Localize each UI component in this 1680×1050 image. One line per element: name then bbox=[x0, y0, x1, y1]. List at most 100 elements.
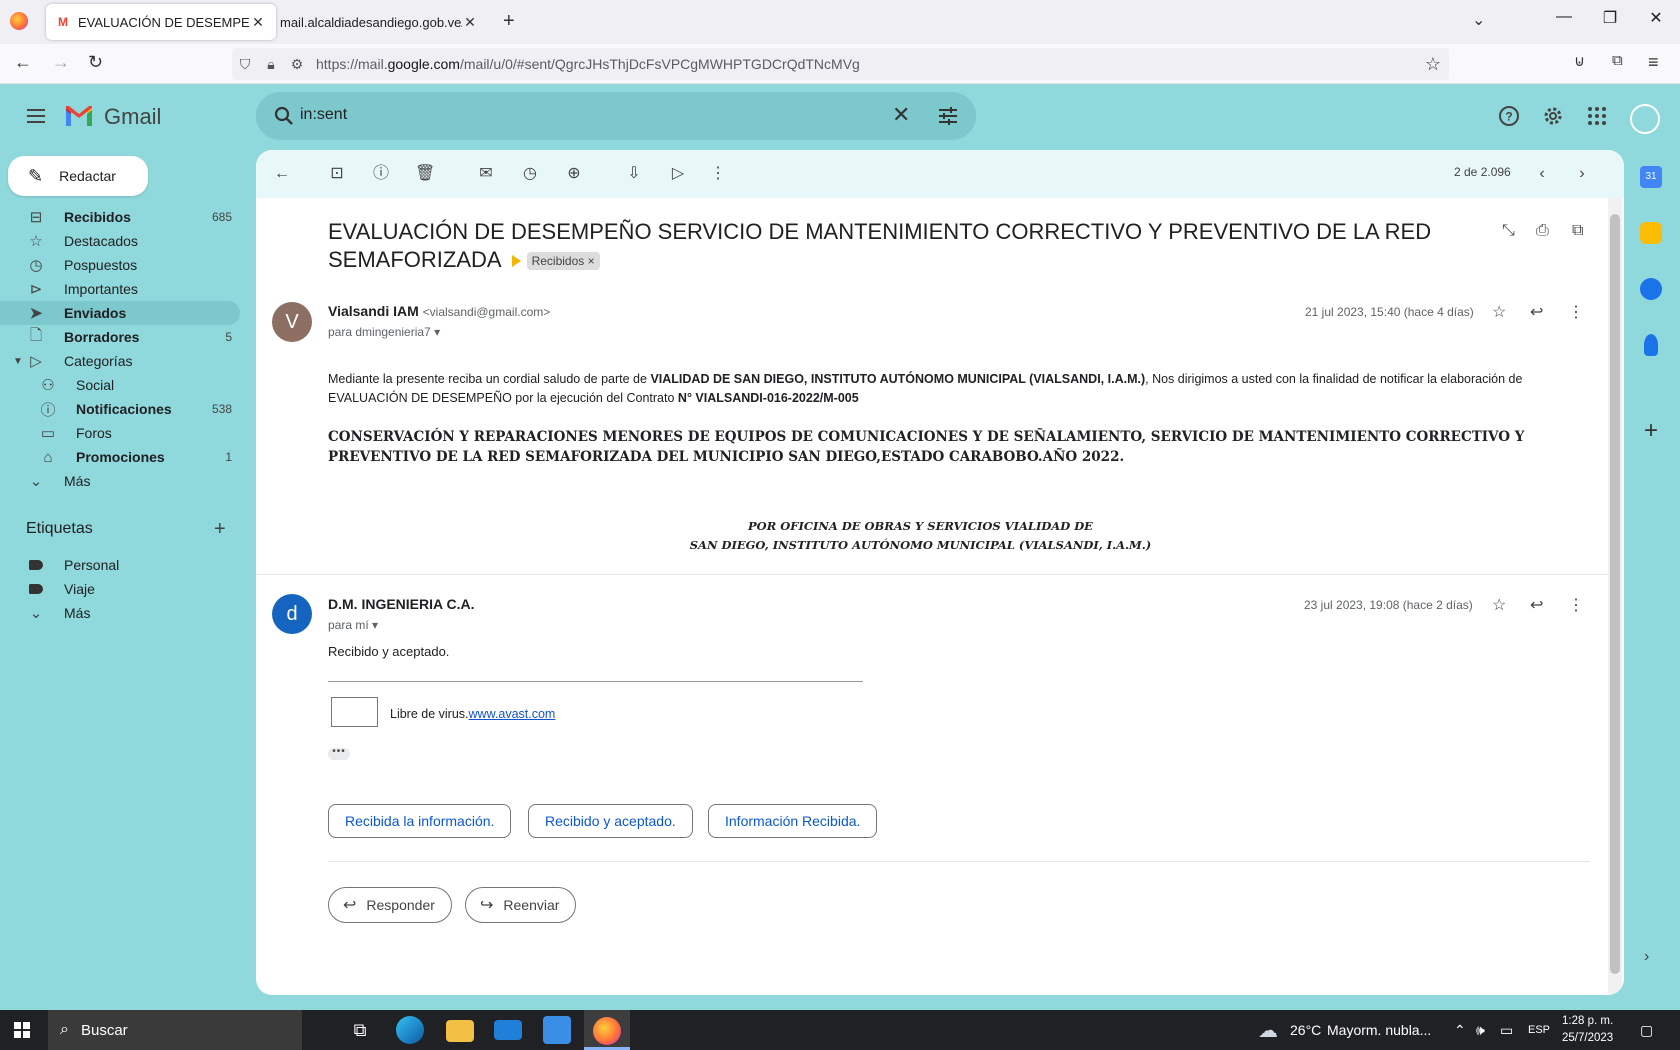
pocket-icon[interactable]: ⊍ bbox=[1574, 52, 1585, 70]
bookmark-star-icon[interactable]: ☆ bbox=[1425, 54, 1441, 75]
sidebar-label-personal[interactable]: Personal bbox=[0, 553, 240, 577]
show-trimmed-content-button[interactable]: ••• bbox=[328, 747, 350, 760]
sidebar-item-notificaciones[interactable]: ⓘ Notificaciones 538 bbox=[0, 397, 240, 421]
sidebar-item-promociones[interactable]: ⌂ Promociones 1 bbox=[0, 445, 240, 469]
avatar[interactable]: V bbox=[272, 302, 312, 342]
url-text[interactable]: https://mail.google.com/mail/u/0/#sent/Q… bbox=[316, 56, 860, 72]
search-icon[interactable] bbox=[272, 104, 296, 128]
forward-button[interactable]: ↪ Reenviar bbox=[465, 887, 577, 923]
label-as-icon[interactable]: ▷ bbox=[668, 164, 688, 184]
smart-reply-1[interactable]: Recibida la información. bbox=[328, 804, 512, 838]
collapse-all-icon[interactable]: ⤡ bbox=[1502, 222, 1515, 240]
star-icon[interactable]: ☆ bbox=[1492, 302, 1506, 322]
reply-icon[interactable]: ↩ bbox=[1530, 302, 1543, 322]
sidebar-label-mas[interactable]: ⌄ Más bbox=[0, 601, 240, 625]
show-hidden-icons-icon[interactable]: ⌃ bbox=[1454, 1022, 1466, 1039]
search-input[interactable]: in:sent bbox=[300, 106, 347, 124]
more-vert-icon[interactable]: ⋮ bbox=[708, 164, 728, 184]
compose-button[interactable]: ✎ Redactar bbox=[8, 156, 148, 196]
report-spam-icon[interactable]: ⓘ bbox=[371, 164, 391, 184]
forward-icon[interactable]: → bbox=[52, 52, 70, 73]
search-bar[interactable]: in:sent ✕ bbox=[256, 92, 976, 140]
file-explorer-icon[interactable] bbox=[446, 1020, 474, 1042]
help-icon[interactable]: ? bbox=[1497, 104, 1521, 128]
weather-temp[interactable]: 26°C bbox=[1290, 1022, 1321, 1038]
store-icon[interactable] bbox=[543, 1016, 571, 1044]
add-label-icon[interactable]: + bbox=[214, 518, 226, 541]
sidebar-item-mas[interactable]: ⌄ Más bbox=[0, 469, 240, 493]
label-chip[interactable]: Recibidos × bbox=[526, 252, 600, 271]
reply-icon[interactable]: ↩ bbox=[1530, 595, 1543, 615]
keep-icon[interactable] bbox=[1640, 222, 1662, 244]
star-icon[interactable]: ☆ bbox=[1492, 595, 1506, 615]
permissions-icon[interactable]: ⚙ bbox=[284, 56, 310, 73]
sidebar-label-viaje[interactable]: Viaje bbox=[0, 577, 240, 601]
sidebar-item-recibidos[interactable]: ⊟ Recibidos 685 bbox=[0, 205, 240, 229]
settings-gear-icon[interactable] bbox=[1541, 104, 1565, 128]
smart-reply-3[interactable]: Información Recibida. bbox=[708, 804, 878, 838]
sidebar-item-categorias[interactable]: ▼ ▷ Categorías bbox=[0, 349, 240, 373]
extensions-icon[interactable]: ⧉ bbox=[1612, 52, 1623, 69]
more-vert-icon[interactable]: ⋮ bbox=[1568, 595, 1584, 615]
hide-side-panel-icon[interactable]: › bbox=[1644, 948, 1649, 966]
sidebar-item-pospuestos[interactable]: ◷ Pospuestos bbox=[0, 253, 240, 277]
restore-icon[interactable]: ❐ bbox=[1590, 8, 1630, 28]
account-avatar[interactable] bbox=[1630, 104, 1660, 134]
search-filters-icon[interactable] bbox=[936, 104, 960, 128]
tab-gmail[interactable]: M EVALUACIÓN DE DESEMPEÑO S ✕ bbox=[46, 4, 276, 40]
sidebar-item-importantes[interactable]: ⊳ Importantes bbox=[0, 277, 240, 301]
app-menu-icon[interactable]: ≡ bbox=[1648, 52, 1659, 73]
weather-desc[interactable]: Mayorm. nubla... bbox=[1327, 1022, 1431, 1038]
main-menu-icon[interactable] bbox=[24, 104, 48, 128]
url-bar[interactable]: ⛉ 🔒︎ ⚙ https://mail.google.com/mail/u/0/… bbox=[232, 48, 1449, 80]
network-icon[interactable]: ▭ bbox=[1500, 1022, 1513, 1039]
tasks-icon[interactable] bbox=[1640, 278, 1662, 300]
language-indicator[interactable]: ESP bbox=[1528, 1024, 1550, 1036]
sidebar-item-borradores[interactable]: 🗋︎ Borradores 5 bbox=[0, 325, 240, 349]
calendar-icon[interactable]: 31 bbox=[1640, 166, 1662, 188]
clock[interactable]: 1:28 p. m. 25/7/2023 bbox=[1562, 1013, 1613, 1047]
add-task-icon[interactable]: ⊕ bbox=[564, 164, 584, 184]
expand-arrow-icon[interactable]: ▼ bbox=[12, 356, 24, 367]
firefox-icon[interactable] bbox=[10, 12, 28, 30]
recipients[interactable]: para dmingenieria7 ▾ bbox=[328, 325, 440, 339]
reply-button[interactable]: ↩ Responder bbox=[328, 887, 452, 923]
windows-start-icon[interactable] bbox=[14, 1022, 30, 1038]
move-to-icon[interactable]: ⇩ bbox=[624, 164, 644, 184]
scrollbar-thumb[interactable] bbox=[1610, 214, 1620, 974]
close-window-icon[interactable]: ✕ bbox=[1636, 8, 1676, 28]
tab-alcaldia[interactable]: mail.alcaldiadesandiego.gob.ve/car ✕ bbox=[270, 4, 488, 40]
avast-link[interactable]: www.avast.com bbox=[469, 707, 556, 721]
mail-icon[interactable] bbox=[494, 1020, 522, 1040]
add-addon-icon[interactable]: + bbox=[1640, 419, 1662, 443]
reload-icon[interactable]: ↻ bbox=[88, 52, 103, 73]
close-tab-icon[interactable]: ✕ bbox=[462, 14, 478, 31]
new-tab-icon[interactable]: + bbox=[503, 10, 515, 33]
shield-icon[interactable]: ⛉ bbox=[232, 56, 258, 73]
sidebar-item-social[interactable]: ⚇ Social bbox=[0, 373, 240, 397]
open-new-window-icon[interactable]: ⧉ bbox=[1572, 222, 1583, 240]
older-chevron-icon[interactable]: › bbox=[1572, 164, 1592, 184]
contacts-icon[interactable] bbox=[1644, 334, 1658, 356]
task-view-icon[interactable]: ⧉ bbox=[346, 1016, 374, 1044]
recipients[interactable]: para mí ▾ bbox=[328, 618, 378, 632]
sidebar-item-foros[interactable]: ▭ Foros bbox=[0, 421, 240, 445]
avatar[interactable]: d bbox=[272, 594, 312, 634]
list-tabs-icon[interactable]: ⌄ bbox=[1472, 10, 1485, 30]
archive-icon[interactable]: ⊡ bbox=[327, 164, 347, 184]
sidebar-item-enviados[interactable]: ➤ Enviados bbox=[0, 301, 240, 325]
edge-icon[interactable] bbox=[396, 1016, 424, 1044]
speaker-icon[interactable]: 🕪︎ bbox=[1476, 1022, 1485, 1039]
print-icon[interactable]: ⎙ bbox=[1536, 222, 1549, 240]
mark-unread-icon[interactable]: ✉ bbox=[476, 164, 496, 184]
gmail-wordmark[interactable]: Gmail bbox=[104, 104, 161, 130]
lock-icon[interactable]: 🔒︎ bbox=[258, 56, 284, 73]
google-apps-icon[interactable] bbox=[1585, 104, 1609, 128]
notifications-icon[interactable]: ▢ bbox=[1640, 1022, 1653, 1039]
more-vert-icon[interactable]: ⋮ bbox=[1568, 302, 1584, 322]
clear-search-icon[interactable]: ✕ bbox=[892, 102, 910, 128]
back-icon[interactable]: ← bbox=[14, 52, 32, 73]
delete-icon[interactable]: 🗑︎ bbox=[415, 164, 435, 184]
newer-chevron-icon[interactable]: ‹ bbox=[1532, 164, 1552, 184]
taskbar-search[interactable]: ⌕ Buscar bbox=[48, 1010, 302, 1050]
